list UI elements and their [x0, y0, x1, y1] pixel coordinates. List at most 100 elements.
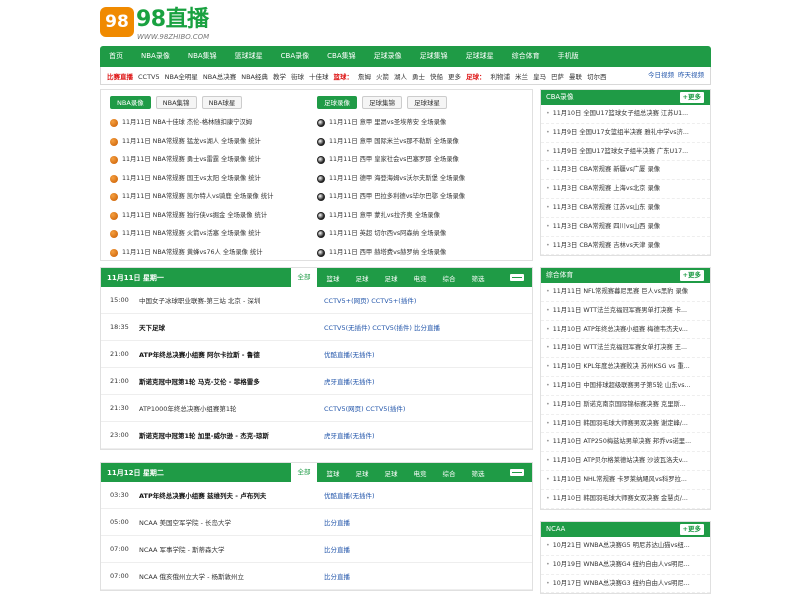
list-item[interactable]: 11月11日 NBA十佳球 杰伦-格林随扣康宁汉姆 — [110, 114, 310, 133]
sub-link[interactable]: CCTV5 — [138, 73, 160, 81]
nav-item-6[interactable]: 足球录像 — [365, 46, 411, 67]
basketball-team-link[interactable]: 火箭 — [376, 73, 389, 81]
channel-link[interactable]: CCTV5(无插件) CCTV5(插件) 比分直播 — [324, 322, 440, 332]
channel-link[interactable]: CCTV5(网页) CCTV5(插件) — [324, 403, 405, 413]
tab-NBA录像[interactable]: NBA录像 — [110, 96, 151, 109]
list-item[interactable]: 11月11日 NBA常规赛 独行侠vs掘金 全场录像 统计 — [110, 207, 310, 226]
nav-item-5[interactable]: CBA集锦 — [318, 46, 364, 67]
side-list-item[interactable]: 10月19日 WNBA总决赛G4 纽约自由人vs明尼... — [541, 556, 710, 575]
side-list-item[interactable]: 11月10日 ATP年终总决赛小组赛 梅德韦杰夫v... — [541, 321, 710, 340]
schedule-tab[interactable]: 篮球 — [320, 273, 346, 283]
schedule-tab[interactable]: 筛选 — [465, 273, 491, 283]
nav-item-9[interactable]: 综合体育 — [503, 46, 549, 67]
tab-足球录像[interactable]: 足球录像 — [317, 96, 357, 109]
nav-item-1[interactable]: NBA录像 — [132, 46, 179, 67]
side-list-item[interactable]: 11月3日 CBA常规赛 新疆vs广厦 录像 — [541, 161, 710, 181]
schedule-tab[interactable]: 全部 — [291, 463, 317, 482]
channel-link[interactable]: CCTV5+(网页) CCTV5+(插件) — [324, 295, 416, 305]
more-link[interactable]: +更多 — [679, 90, 704, 105]
channel-link[interactable]: 比分直播 — [324, 544, 350, 554]
more-link[interactable]: +更多 — [679, 522, 704, 537]
side-list-item[interactable]: 11月10日 ATP贝尔格莱德站决赛 沙波瓦洛夫v... — [541, 452, 710, 471]
tab-NBA集锦[interactable]: NBA集锦 — [155, 96, 197, 109]
side-list-item[interactable]: 11月11日 NFL常规赛暮尼黑赛 巨人vs黑豹 录像 — [541, 283, 710, 302]
nav-item-0[interactable]: 首页 — [100, 46, 132, 67]
nav-item-3[interactable]: 篮球球星 — [226, 46, 272, 67]
schedule-tab[interactable]: 足球 — [378, 468, 404, 478]
list-item[interactable]: 11月11日 西甲 巴拉多利德vs毕尔巴鄂 全场录像 — [317, 188, 517, 207]
side-list-item[interactable]: 11月10日 KPL年度总决赛败决 苏州KSG vs 重... — [541, 358, 710, 377]
sub-link[interactable]: NBA全明星 — [165, 73, 198, 81]
list-item[interactable]: 11月11日 NBA常规赛 猛龙vs湖人 全场录像 统计 — [110, 133, 310, 152]
collapse-toggle-icon[interactable] — [510, 274, 524, 281]
nav-item-8[interactable]: 足球球星 — [457, 46, 503, 67]
side-list-item[interactable]: 11月9日 全国U17篮球女子组半决赛 广东U17... — [541, 143, 710, 162]
list-item[interactable]: 11月11日 NBA常规赛 国王vs太阳 全场录像 统计 — [110, 170, 310, 189]
schedule-tab[interactable]: 全部 — [291, 268, 317, 287]
tab-足球集锦[interactable]: 足球集锦 — [362, 96, 402, 109]
side-list-item[interactable]: 11月10日 ATP250梅兹站男单决赛 邦乔vs诺里... — [541, 433, 710, 453]
channel-link[interactable]: 比分直播 — [324, 517, 350, 527]
basketball-team-link[interactable]: 詹姆 — [358, 73, 371, 81]
sub-link[interactable]: 十佳球 — [309, 73, 329, 81]
side-list-item[interactable]: 11月3日 CBA常规赛 吉林vs天津 录像 — [541, 237, 710, 256]
list-item[interactable]: 11月11日 NBA常规赛 凯尔特人vs骑鹿 全场录像 统计 — [110, 188, 310, 207]
football-team-link[interactable]: 切尔西 — [587, 73, 607, 81]
basketball-team-link[interactable]: 更多 — [448, 73, 461, 81]
football-team-link[interactable]: 皇马 — [533, 73, 546, 81]
sub-link[interactable]: 街球 — [291, 73, 304, 81]
football-team-link[interactable]: 巴萨 — [551, 73, 564, 81]
video-day-link[interactable]: 昨天视频 — [678, 71, 704, 79]
list-item[interactable]: 11月11日 西甲 赫塔费vs赫罗纳 全场录像 — [317, 244, 517, 263]
side-list-item[interactable]: 11月9日 全国U17女篮组半决赛 雅礼中学vs济... — [541, 124, 710, 143]
list-item[interactable]: 11月11日 NBA常规赛 勇士vs雷霆 全场录像 统计 — [110, 151, 310, 170]
basketball-team-link[interactable]: 快船 — [430, 73, 443, 81]
football-team-link[interactable]: 曼联 — [569, 73, 582, 81]
list-item[interactable]: 11月11日 意甲 国际米兰vs那不勒斯 全场录像 — [317, 133, 517, 152]
nav-item-2[interactable]: NBA集锦 — [179, 46, 226, 67]
more-link[interactable]: +更多 — [679, 268, 704, 283]
list-item[interactable]: 11月11日 意甲 里昂vs圣埃蒂安 全场录像 — [317, 114, 517, 133]
collapse-toggle-icon[interactable] — [510, 469, 524, 476]
side-list-item[interactable]: 11月10日 斯诺克南京国际锦标赛决赛 克里斯... — [541, 396, 710, 415]
live-label[interactable]: 比赛直播 — [107, 71, 133, 81]
schedule-tab[interactable]: 足球 — [349, 273, 375, 283]
site-logo[interactable]: 98 98直播 WWW.98ZHIBO.COM — [100, 7, 250, 41]
side-list-item[interactable]: 11月10日 中国排球超级联赛男子第5轮 山东vs... — [541, 377, 710, 396]
schedule-tab[interactable]: 综合 — [436, 273, 462, 283]
channel-link[interactable]: 比分直播 — [324, 571, 350, 581]
side-list-item[interactable]: 11月10日 NHL常规赛 卡罗莱纳飓风vs科罗拉... — [541, 471, 710, 490]
side-list-item[interactable]: 11月10日 WTT法兰克福冠军赛女单打决赛 王... — [541, 339, 710, 359]
channel-link[interactable]: 优酷直播(无插件) — [324, 490, 375, 500]
nav-item-4[interactable]: CBA录像 — [272, 46, 318, 67]
side-list-item[interactable]: 10月17日 WNBA总决赛G3 纽约自由人vs明尼... — [541, 575, 710, 594]
list-item[interactable]: 11月11日 NBA常规赛 黄蜂vs76人 全场录像 统计 — [110, 244, 310, 263]
list-item[interactable]: 11月11日 NBA常规赛 火箭vs活塞 全场录像 统计 — [110, 225, 310, 244]
schedule-tab[interactable]: 电竞 — [407, 468, 433, 478]
tab-足球球星[interactable]: 足球球星 — [407, 96, 447, 109]
schedule-tab[interactable]: 筛选 — [465, 468, 491, 478]
side-list-item[interactable]: 10月21日 WNBA总决赛G5 明尼苏达山猫vs纽... — [541, 537, 710, 556]
list-item[interactable]: 11月11日 英超 切尔西vs阿森纳 全场录像 — [317, 225, 517, 244]
side-list-item[interactable]: 11月10日 韩国羽毛球大师赛男双决赛 谢定峰/... — [541, 415, 710, 434]
side-list-item[interactable]: 11月3日 CBA常规赛 江苏vs山东 录像 — [541, 199, 710, 218]
side-list-item[interactable]: 11月10日 韩国羽毛球大师赛女双决赛 金慧贞/... — [541, 490, 710, 509]
basketball-team-link[interactable]: 勇士 — [412, 73, 425, 81]
football-team-link[interactable]: 利物浦 — [490, 73, 510, 81]
sub-link[interactable]: NBA经典 — [241, 73, 268, 81]
schedule-tab[interactable]: 电竞 — [407, 273, 433, 283]
channel-link[interactable]: 虎牙直播(无插件) — [324, 430, 375, 440]
channel-link[interactable]: 优酷直播(无插件) — [324, 349, 375, 359]
nav-item-10[interactable]: 手机版 — [549, 46, 588, 67]
football-team-link[interactable]: 米兰 — [515, 73, 528, 81]
side-list-item[interactable]: 11月11日 WTT法兰克福冠军赛男单打决赛 卡... — [541, 302, 710, 321]
schedule-tab[interactable]: 足球 — [349, 468, 375, 478]
sub-link[interactable]: NBA总决赛 — [203, 73, 236, 81]
video-day-link[interactable]: 今日视频 — [648, 71, 674, 79]
tab-NBA球星[interactable]: NBA球星 — [201, 96, 243, 109]
channel-link[interactable]: 虎牙直播(无插件) — [324, 376, 375, 386]
schedule-tab[interactable]: 篮球 — [320, 468, 346, 478]
nav-item-7[interactable]: 足球集锦 — [411, 46, 457, 67]
side-list-item[interactable]: 11月3日 CBA常规赛 上海vs北京 录像 — [541, 180, 710, 199]
sub-link[interactable]: 教学 — [273, 73, 286, 81]
